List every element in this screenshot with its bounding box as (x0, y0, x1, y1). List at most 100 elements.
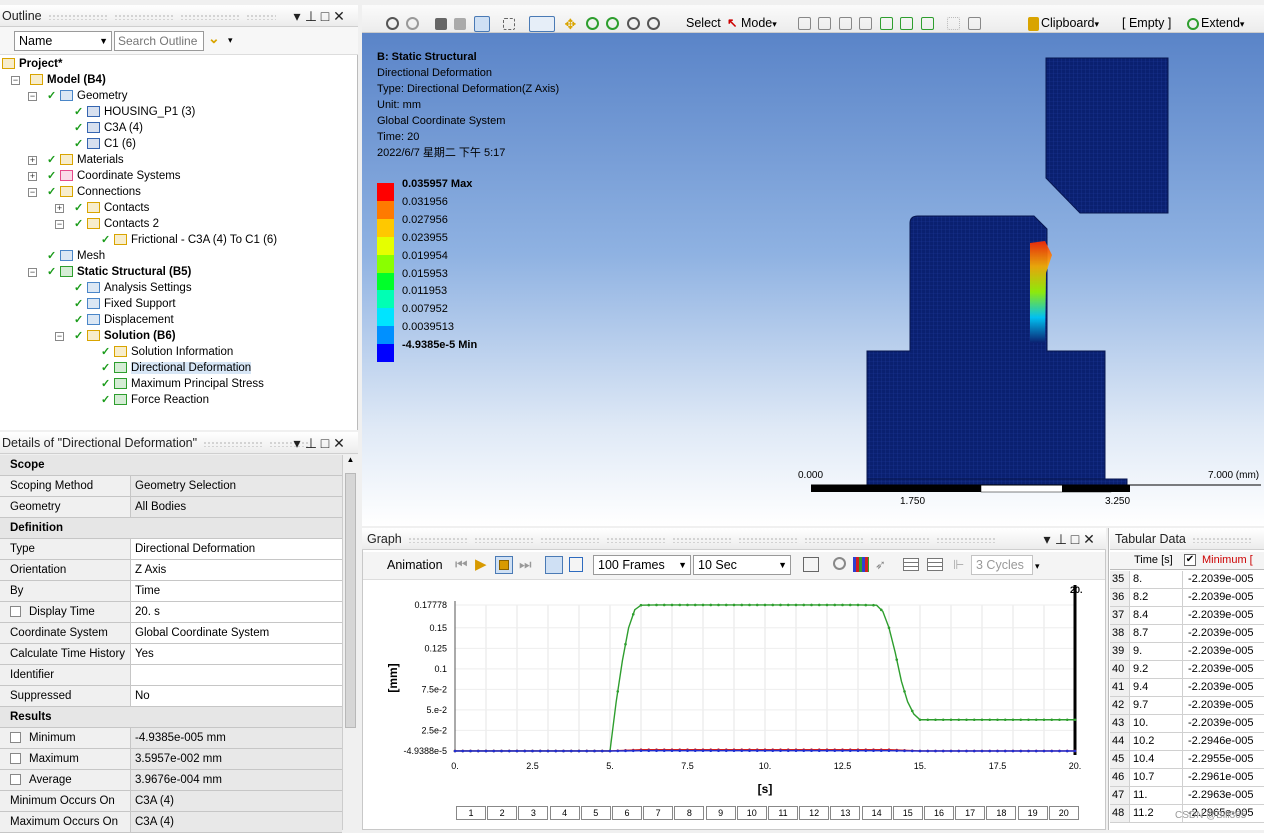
zoom-in-icon[interactable] (386, 17, 399, 30)
close-icon[interactable]: ✕ (332, 5, 346, 27)
panel-dropdown-icon[interactable]: ▾ (290, 432, 304, 454)
table-row[interactable]: 4410.2-2.2946e-005 (1110, 733, 1264, 751)
row-coordinate-system[interactable]: Coordinate SystemGlobal Coordinate Syste… (0, 623, 342, 644)
extend-disabled-icon[interactable] (947, 17, 960, 30)
name-dropdown[interactable]: Name▼ (14, 31, 112, 51)
col-min-checkbox[interactable]: ✔ (1184, 554, 1196, 566)
row-calculate-time-history[interactable]: Calculate Time HistoryYes (0, 644, 342, 665)
row-by[interactable]: ByTime (0, 581, 342, 602)
wireframe-view-icon[interactable] (454, 18, 466, 30)
section-scope[interactable]: Scope (0, 455, 342, 476)
section-results[interactable]: Results (0, 707, 342, 728)
table-row[interactable]: 358.-2.2039e-005 (1110, 571, 1264, 589)
section-definition[interactable]: Definition (0, 518, 342, 539)
rotate-icon[interactable] (529, 16, 555, 32)
panel-dropdown-icon[interactable]: ▾ (290, 5, 304, 27)
frame-cell[interactable]: 2 (487, 806, 517, 820)
table-row[interactable]: 409.2-2.2039e-005 (1110, 661, 1264, 679)
select-mesh-icon[interactable] (921, 17, 934, 30)
tree-item[interactable]: ✓Frictional - C3A (4) To C1 (6) (101, 232, 277, 248)
table-row[interactable]: 4310.-2.2039e-005 (1110, 715, 1264, 733)
expand-icon[interactable]: + (28, 172, 37, 181)
scroll-up-arrow-icon[interactable]: ▲ (343, 455, 358, 464)
table-row[interactable]: 388.7-2.2039e-005 (1110, 625, 1264, 643)
tree-item[interactable]: ✓Directional Deformation (101, 360, 251, 376)
tree-item[interactable]: ✓Force Reaction (101, 392, 209, 408)
row-identifier[interactable]: Identifier (0, 665, 342, 686)
list-options-icon[interactable] (927, 558, 943, 571)
probe-icon[interactable]: ➶ (875, 557, 886, 573)
collapse-icon[interactable]: − (28, 92, 37, 101)
table-row[interactable]: 399.-2.2039e-005 (1110, 643, 1264, 661)
tree-item[interactable]: ✓Displacement (74, 312, 174, 328)
time-history-chart[interactable]: 0.177780.150.1250.17.5e-25.e-22.5e-2-4.9… (363, 581, 1105, 801)
pin-icon[interactable]: ⊥ (1054, 528, 1068, 550)
duration-dropdown[interactable]: 10 Sec▼ (693, 555, 791, 575)
zoom-icon[interactable] (586, 17, 599, 30)
tree-item[interactable]: ✓C1 (6) (74, 136, 136, 152)
box-select-icon[interactable] (503, 18, 515, 30)
minimum-checkbox[interactable] (10, 732, 21, 743)
row-minimum-occurs-on[interactable]: Minimum Occurs OnC3A (4) (0, 791, 342, 812)
tree-item[interactable]: ✓HOUSING_P1 (3) (74, 104, 195, 120)
tree-item[interactable]: ✓C3A (4) (74, 120, 143, 136)
collapse-icon[interactable]: − (28, 188, 37, 197)
tree-item[interactable]: ✓Static Structural (B5) (47, 264, 191, 280)
tree-item[interactable]: ✓Geometry (47, 88, 128, 104)
select-body-icon[interactable] (859, 17, 872, 30)
row-display-time[interactable]: Display Time20. s (0, 602, 342, 623)
scrollbar-thumb[interactable] (345, 473, 356, 728)
frame-cell[interactable]: 13 (830, 806, 860, 820)
extend-dropdown[interactable]: Extend▾ (1185, 11, 1244, 35)
frame-cell[interactable]: 15 (893, 806, 923, 820)
row-type[interactable]: TypeDirectional Deformation (0, 539, 342, 560)
stop-icon[interactable] (495, 556, 513, 574)
frame-cell[interactable]: 9 (706, 806, 736, 820)
next-frame-icon[interactable]: ⏭ (519, 556, 532, 573)
result-frames-icon[interactable] (569, 557, 583, 572)
table-row[interactable]: 4610.7-2.2961e-005 (1110, 769, 1264, 787)
tree-item[interactable]: Model (B4) (30, 72, 106, 88)
search-outline-input[interactable] (114, 31, 204, 51)
maximize-icon[interactable]: □ (1068, 528, 1082, 550)
select-mode-icon[interactable] (474, 16, 490, 32)
row-orientation[interactable]: OrientationZ Axis (0, 560, 342, 581)
frame-cell[interactable]: 10 (737, 806, 767, 820)
pin-icon[interactable]: ⊥ (304, 432, 318, 454)
mode-dropdown[interactable]: ↖ Mode▾ (727, 11, 777, 35)
frame-cell[interactable]: 7 (643, 806, 673, 820)
box-zoom-icon[interactable] (606, 17, 619, 30)
col-time-header[interactable]: Time [s] (1134, 552, 1173, 569)
zoom-to-fit-icon[interactable] (627, 17, 640, 30)
maximize-icon[interactable]: □ (318, 5, 332, 27)
frame-cell[interactable]: 19 (1018, 806, 1048, 820)
close-icon[interactable]: ✕ (332, 432, 346, 454)
frame-cell[interactable]: 4 (550, 806, 580, 820)
details-scrollbar[interactable]: ▲ (342, 455, 358, 830)
tree-item[interactable]: ✓Solution (B6) (74, 328, 176, 344)
fea-model[interactable] (362, 33, 1264, 526)
close-icon[interactable]: ✕ (1082, 528, 1096, 550)
cycles-chevron-icon[interactable]: ▾ (1035, 561, 1040, 572)
row-suppressed[interactable]: SuppressedNo (0, 686, 342, 707)
tree-item[interactable]: ✓Mesh (47, 248, 105, 264)
row-scoping-method[interactable]: Scoping MethodGeometry Selection (0, 476, 342, 497)
play-icon[interactable]: ▶ (475, 555, 487, 573)
frame-cell[interactable]: 3 (518, 806, 548, 820)
select-node-icon[interactable] (880, 17, 893, 30)
frame-cell[interactable]: 8 (674, 806, 704, 820)
grid-options-icon[interactable] (903, 558, 919, 571)
tree-item[interactable]: ✓Maximum Principal Stress (101, 376, 264, 392)
cycles-icon[interactable]: ⊩ (953, 557, 964, 573)
frame-cell[interactable]: 16 (924, 806, 954, 820)
select-element-icon[interactable] (900, 17, 913, 30)
table-row[interactable]: 368.2-2.2039e-005 (1110, 589, 1264, 607)
tree-item[interactable]: ✓Contacts (74, 200, 149, 216)
select-tool[interactable]: Select (686, 11, 721, 35)
expand-icon[interactable]: + (28, 156, 37, 165)
export-video-icon[interactable] (803, 557, 819, 572)
col-min-header[interactable]: Minimum [ (1202, 552, 1253, 569)
maximum-checkbox[interactable] (10, 753, 21, 764)
frame-cell[interactable]: 1 (456, 806, 486, 820)
frame-cell[interactable]: 5 (581, 806, 611, 820)
